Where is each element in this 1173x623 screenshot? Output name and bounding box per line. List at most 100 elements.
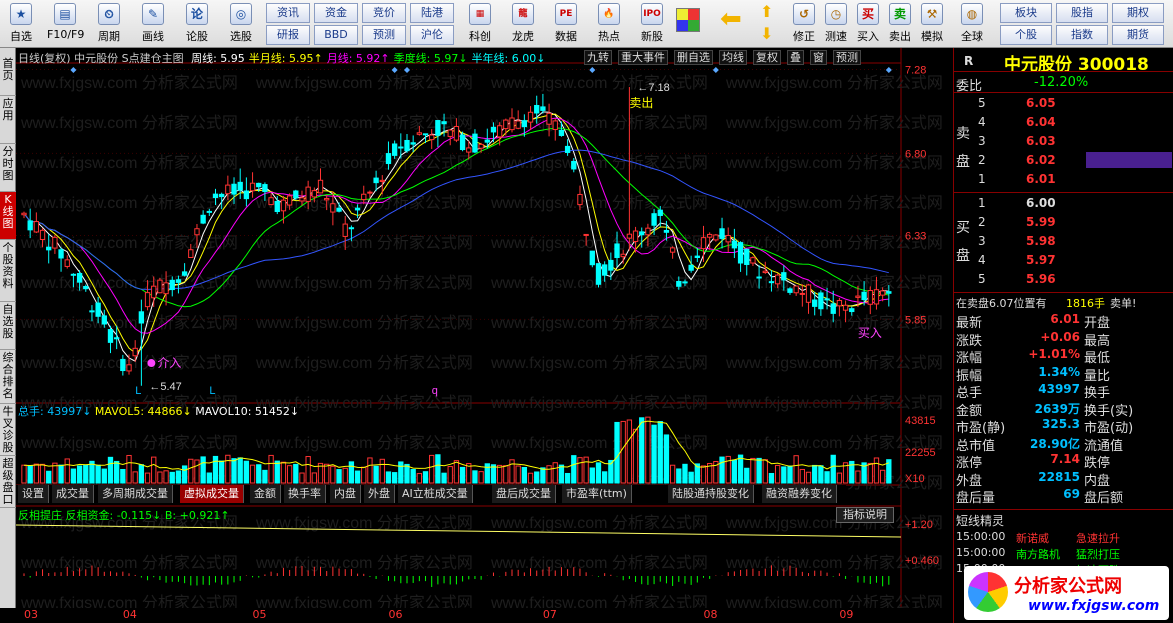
chart-menu-6[interactable]: 窗 [810, 50, 827, 65]
kline-chart-svg: www.fxjgsw.com 分析家公式网 www.fxjgsw.com 分析家公… [16, 48, 943, 608]
toolbar3-btn-1[interactable]: ◷ 测速 [820, 2, 852, 46]
volume-bar [527, 472, 534, 484]
toolbar-grid1-0[interactable]: 资讯 [266, 3, 310, 23]
jingling-stock-1: 南方路机 [1016, 548, 1060, 561]
toolbar2-btn-0[interactable]: ▦ 科创 [460, 2, 500, 46]
chart-menu-5[interactable]: 叠 [787, 50, 804, 65]
toolbar2-btn-4[interactable]: IPO 新股 [632, 2, 672, 46]
volume-bar [472, 470, 478, 484]
volume-bar [744, 467, 750, 484]
arrow-down-icon[interactable]: ⬇ [760, 24, 773, 43]
toolbar2-btn-2[interactable]: PE 数据 [546, 2, 586, 46]
volume-bar [27, 465, 33, 484]
volume-bar [737, 454, 744, 484]
event-diamond-icon[interactable] [589, 67, 596, 73]
event-diamond-icon[interactable] [70, 67, 77, 73]
sell-side-label: 卖盘 [956, 126, 970, 170]
toolbar-grid1-2[interactable]: 竞价 [362, 3, 406, 23]
toolbar3-icon-3: 卖 [889, 3, 911, 25]
left-tab-3[interactable]: K线图 [0, 192, 16, 240]
toolbar-grid2-1[interactable]: 股指 [1056, 3, 1108, 23]
left-tab-1[interactable]: 应用 [0, 96, 16, 144]
event-diamond-icon[interactable] [885, 67, 892, 73]
stock-name-label: 中元股份 [74, 52, 119, 65]
mode-label[interactable]: R [964, 54, 973, 68]
left-tab-6[interactable]: 综合排名 [0, 350, 16, 404]
toolbar2-icon-2: PE [555, 3, 577, 25]
toolbar-grid2-3[interactable]: 个股 [1000, 25, 1052, 45]
notice-text-a: 在卖盘6.07位置有 [956, 297, 1047, 310]
toolbar-grid2-5[interactable]: 期货 [1112, 25, 1164, 45]
left-tab-5[interactable]: 自选股 [0, 302, 16, 350]
chart-menu-3[interactable]: 均线 [719, 50, 747, 65]
toolbar-grid2-0[interactable]: 板块 [1000, 3, 1052, 23]
vol-tab-3[interactable]: 虚拟成交量 [180, 485, 244, 503]
indicator-help-button[interactable]: 指标说明 [836, 507, 894, 523]
toolbar-btn-1[interactable]: ▤ F10/F9 [47, 2, 84, 46]
event-diamond-icon[interactable] [712, 67, 719, 73]
toolbar2-btn-3[interactable]: 🔥 热点 [589, 2, 629, 46]
toolbar-btn-2[interactable]: ⏲ 周期 [91, 2, 127, 46]
chart-menu-2[interactable]: 删自选 [674, 50, 713, 65]
volume-bar [163, 470, 169, 484]
event-diamond-icon[interactable] [403, 67, 410, 73]
kline-chart-area[interactable]: www.fxjgsw.com 分析家公式网 www.fxjgsw.com 分析家公… [16, 48, 953, 608]
toolbar-btn-0[interactable]: ★ 自选 [3, 2, 39, 46]
toolbar-icon-3: ✎ [142, 3, 164, 25]
volume-bar [354, 470, 361, 484]
color-block-icon[interactable] [676, 8, 700, 32]
volume-bar [132, 471, 138, 484]
left-tab-7[interactable]: 牛叉诊股 [0, 404, 16, 456]
volume-bar [398, 461, 404, 484]
toolbar-grid1-6[interactable]: 预测 [362, 25, 406, 45]
vol-tab-9[interactable]: 盘后成交量 [492, 485, 556, 503]
vol-total: 总手: 43997↓ [18, 405, 92, 418]
watermark-text: www.fxjgsw.com 分析家公式网 [255, 154, 473, 172]
left-tab-4[interactable]: 个股资料 [0, 240, 16, 302]
chart-menu-1[interactable]: 重大事件 [618, 50, 668, 65]
toolbar-label-2: 周期 [98, 30, 120, 43]
toolbar-btn-4[interactable]: 论论股 [179, 2, 215, 46]
chart-menu-4[interactable]: 复权 [753, 50, 781, 65]
toolbar2-btn-1[interactable]: 龍龙虎 [503, 2, 543, 46]
toolbar-grid1-3[interactable]: 陆港 [410, 3, 454, 23]
chart-menu-0[interactable]: 九转 [584, 50, 612, 65]
toolbar3-btn-5[interactable]: ◍ 全球 [956, 2, 988, 46]
bid-level-0: 1 [978, 196, 986, 210]
vol-tab-0[interactable]: 设置 [18, 485, 49, 503]
arrow-left-icon[interactable]: ⬅ [720, 6, 742, 32]
toolbar3-btn-3[interactable]: 卖卖出 [884, 2, 916, 46]
left-tab-2[interactable]: 分时图 [0, 144, 16, 192]
jingling-time-1: 15:00:00 [956, 546, 1006, 559]
toolbar-grid1-5[interactable]: BBD [314, 25, 358, 45]
vol-tab-4[interactable]: 金额 [250, 485, 281, 503]
volume-bar [447, 466, 453, 484]
toolbar-btn-3[interactable]: ✎ 画线 [135, 2, 171, 46]
vol-tab-1[interactable]: 成交量 [52, 485, 94, 503]
vol-tab-8[interactable]: AI立桩成交量 [398, 485, 473, 503]
toolbar3-btn-0[interactable]: ↺ 修正 [788, 2, 820, 46]
toolbar-grid1-1[interactable]: 资金 [314, 3, 358, 23]
high-price-label: ←7.18 [637, 82, 669, 94]
vol-tab-12[interactable]: 融资融券变化 [762, 485, 837, 503]
toolbar-btn-5[interactable]: ◎ 选股 [223, 2, 259, 46]
vol-tab-11[interactable]: 陆股通持股变化 [668, 485, 754, 503]
ma-label-3: 季度线: 5.97↓ [393, 52, 468, 65]
event-diamond-icon[interactable] [391, 67, 398, 73]
toolbar-grid1-4[interactable]: 研报 [266, 25, 310, 45]
left-tab-8[interactable]: 超级盘口 [0, 456, 16, 508]
vol-tab-5[interactable]: 换手率 [284, 485, 326, 503]
toolbar3-btn-2[interactable]: 买买入 [852, 2, 884, 46]
toolbar-grid2-2[interactable]: 期权 [1112, 3, 1164, 23]
arrow-up-icon[interactable]: ⬆ [760, 2, 773, 21]
vol-tab-10[interactable]: 市盈率(ttm) [562, 485, 632, 503]
vol-tab-2[interactable]: 多周期成交量 [98, 485, 173, 503]
toolbar3-btn-4[interactable]: ⚒ 模拟 [916, 2, 948, 46]
toolbar-grid2-4[interactable]: 指数 [1056, 25, 1108, 45]
vol-tab-6[interactable]: 内盘 [330, 485, 361, 503]
vol-tab-7[interactable]: 外盘 [364, 485, 395, 503]
chart-menu-7[interactable]: 预测 [833, 50, 861, 65]
watermark-text: www.fxjgsw.com 分析家公式网 [20, 154, 238, 172]
left-tab-0[interactable]: 首页 [0, 56, 16, 96]
toolbar-grid1-7[interactable]: 沪伦 [410, 25, 454, 45]
